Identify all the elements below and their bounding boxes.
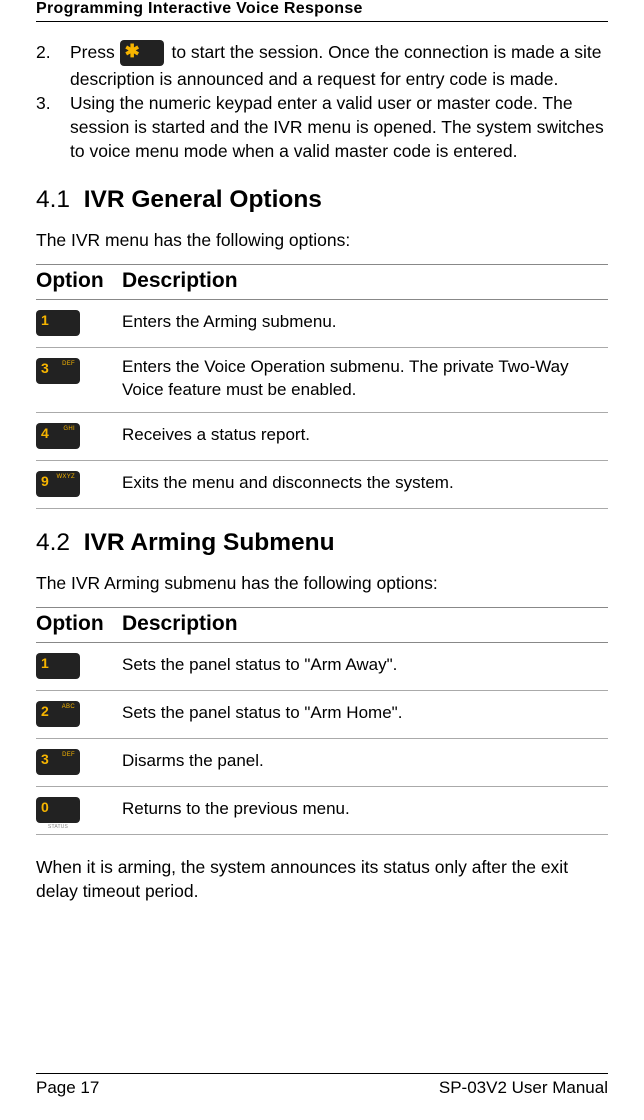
table-row: 2 ABC Sets the panel status to "Arm Home"… xyxy=(36,690,608,738)
section-number: 4.1 xyxy=(36,186,70,213)
key-symbol: 3 xyxy=(41,361,49,375)
steps-list: 2. Press ✱ to start the session. Once th… xyxy=(36,40,608,164)
key-label: STATUS xyxy=(36,824,80,831)
key-symbol: 4 xyxy=(41,426,49,440)
section-heading-4-1: 4.1 IVR General Options xyxy=(36,186,608,214)
option-cell: 3 DEF xyxy=(36,738,122,786)
step-number: 3. xyxy=(36,91,70,163)
table-header-row: Option Description xyxy=(36,264,608,299)
step-content: Press ✱ to start the session. Once the c… xyxy=(70,40,608,91)
key-symbol: 0 xyxy=(41,800,49,814)
table-row: 9 WXYZ Exits the menu and disconnects the… xyxy=(36,460,608,508)
footer-page-number: Page 17 xyxy=(36,1078,99,1098)
key-sup: DEF xyxy=(62,752,75,758)
section-lead: The IVR Arming submenu has the following… xyxy=(36,571,608,595)
key-9-icon: 9 WXYZ xyxy=(36,471,80,497)
key-sup: DEF xyxy=(62,361,75,367)
description-cell: Returns to the previous menu. xyxy=(122,786,608,834)
step-content: Using the numeric keypad enter a valid u… xyxy=(70,91,608,163)
option-cell: 3 DEF xyxy=(36,347,122,412)
description-cell: Receives a status report. xyxy=(122,412,608,460)
key-3-icon: 3 DEF xyxy=(36,358,80,384)
col-description: Description xyxy=(122,607,608,642)
footer-manual-title: SP-03V2 User Manual xyxy=(439,1078,608,1098)
key-sup: ABC xyxy=(62,704,75,710)
key-0-icon: 0STATUS xyxy=(36,797,80,823)
key-symbol: ✱ xyxy=(125,42,140,60)
col-option: Option xyxy=(36,264,122,299)
option-cell: 4 GHI xyxy=(36,412,122,460)
option-cell: 1 xyxy=(36,642,122,690)
page-header: Programming Interactive Voice Response xyxy=(36,0,608,22)
ivr-arming-submenu-table: Option Description 1 Sets the panel stat… xyxy=(36,607,608,835)
key-symbol: 9 xyxy=(41,474,49,488)
key-symbol: 3 xyxy=(41,752,49,766)
option-cell: 1 xyxy=(36,299,122,347)
key-3-icon: 3 DEF xyxy=(36,749,80,775)
option-cell: 2 ABC xyxy=(36,690,122,738)
option-cell: 0 STATUS xyxy=(36,786,122,834)
description-cell: Exits the menu and disconnects the syste… xyxy=(122,460,608,508)
description-cell: Enters the Arming submenu. xyxy=(122,299,608,347)
star-key-icon: ✱ xyxy=(120,40,164,66)
key-sup: GHI xyxy=(63,426,75,432)
table-header-row: Option Description xyxy=(36,607,608,642)
step-3: 3. Using the numeric keypad enter a vali… xyxy=(36,91,608,163)
ivr-general-options-table: Option Description 1 Enters the Arming s… xyxy=(36,264,608,509)
section-heading-4-2: 4.2 IVR Arming Submenu xyxy=(36,529,608,557)
key-symbol: 1 xyxy=(41,313,49,327)
table-row: 3 DEF Enters the Voice Operation submenu.… xyxy=(36,347,608,412)
step-number: 2. xyxy=(36,40,70,91)
key-4-icon: 4 GHI xyxy=(36,423,80,449)
description-cell: Sets the panel status to "Arm Away". xyxy=(122,642,608,690)
table-row: 1 Enters the Arming submenu. xyxy=(36,299,608,347)
table-row: 3 DEF Disarms the panel. xyxy=(36,738,608,786)
table-row: 0 STATUS Returns to the previous menu. xyxy=(36,786,608,834)
description-cell: Enters the Voice Operation submenu. The … xyxy=(122,347,608,412)
key-1-icon: 1 xyxy=(36,653,80,679)
section-lead: The IVR menu has the following options: xyxy=(36,228,608,252)
page-footer: Page 17 SP-03V2 User Manual xyxy=(36,1073,608,1098)
step-pre-text: Press xyxy=(70,42,120,62)
description-cell: Sets the panel status to "Arm Home". xyxy=(122,690,608,738)
table-row: 4 GHI Receives a status report. xyxy=(36,412,608,460)
key-sup: WXYZ xyxy=(56,474,75,480)
key-symbol: 1 xyxy=(41,656,49,670)
key-1-icon: 1 xyxy=(36,310,80,336)
table-row: 1 Sets the panel status to "Arm Away". xyxy=(36,642,608,690)
col-description: Description xyxy=(122,264,608,299)
section-number: 4.2 xyxy=(36,529,70,556)
section-title: IVR General Options xyxy=(84,186,322,213)
description-cell: Disarms the panel. xyxy=(122,738,608,786)
key-2-icon: 2 ABC xyxy=(36,701,80,727)
section-title: IVR Arming Submenu xyxy=(84,529,335,556)
col-option: Option xyxy=(36,607,122,642)
step-2: 2. Press ✱ to start the session. Once th… xyxy=(36,40,608,91)
key-symbol: 2 xyxy=(41,704,49,718)
section-note: When it is arming, the system announces … xyxy=(36,855,608,903)
option-cell: 9 WXYZ xyxy=(36,460,122,508)
